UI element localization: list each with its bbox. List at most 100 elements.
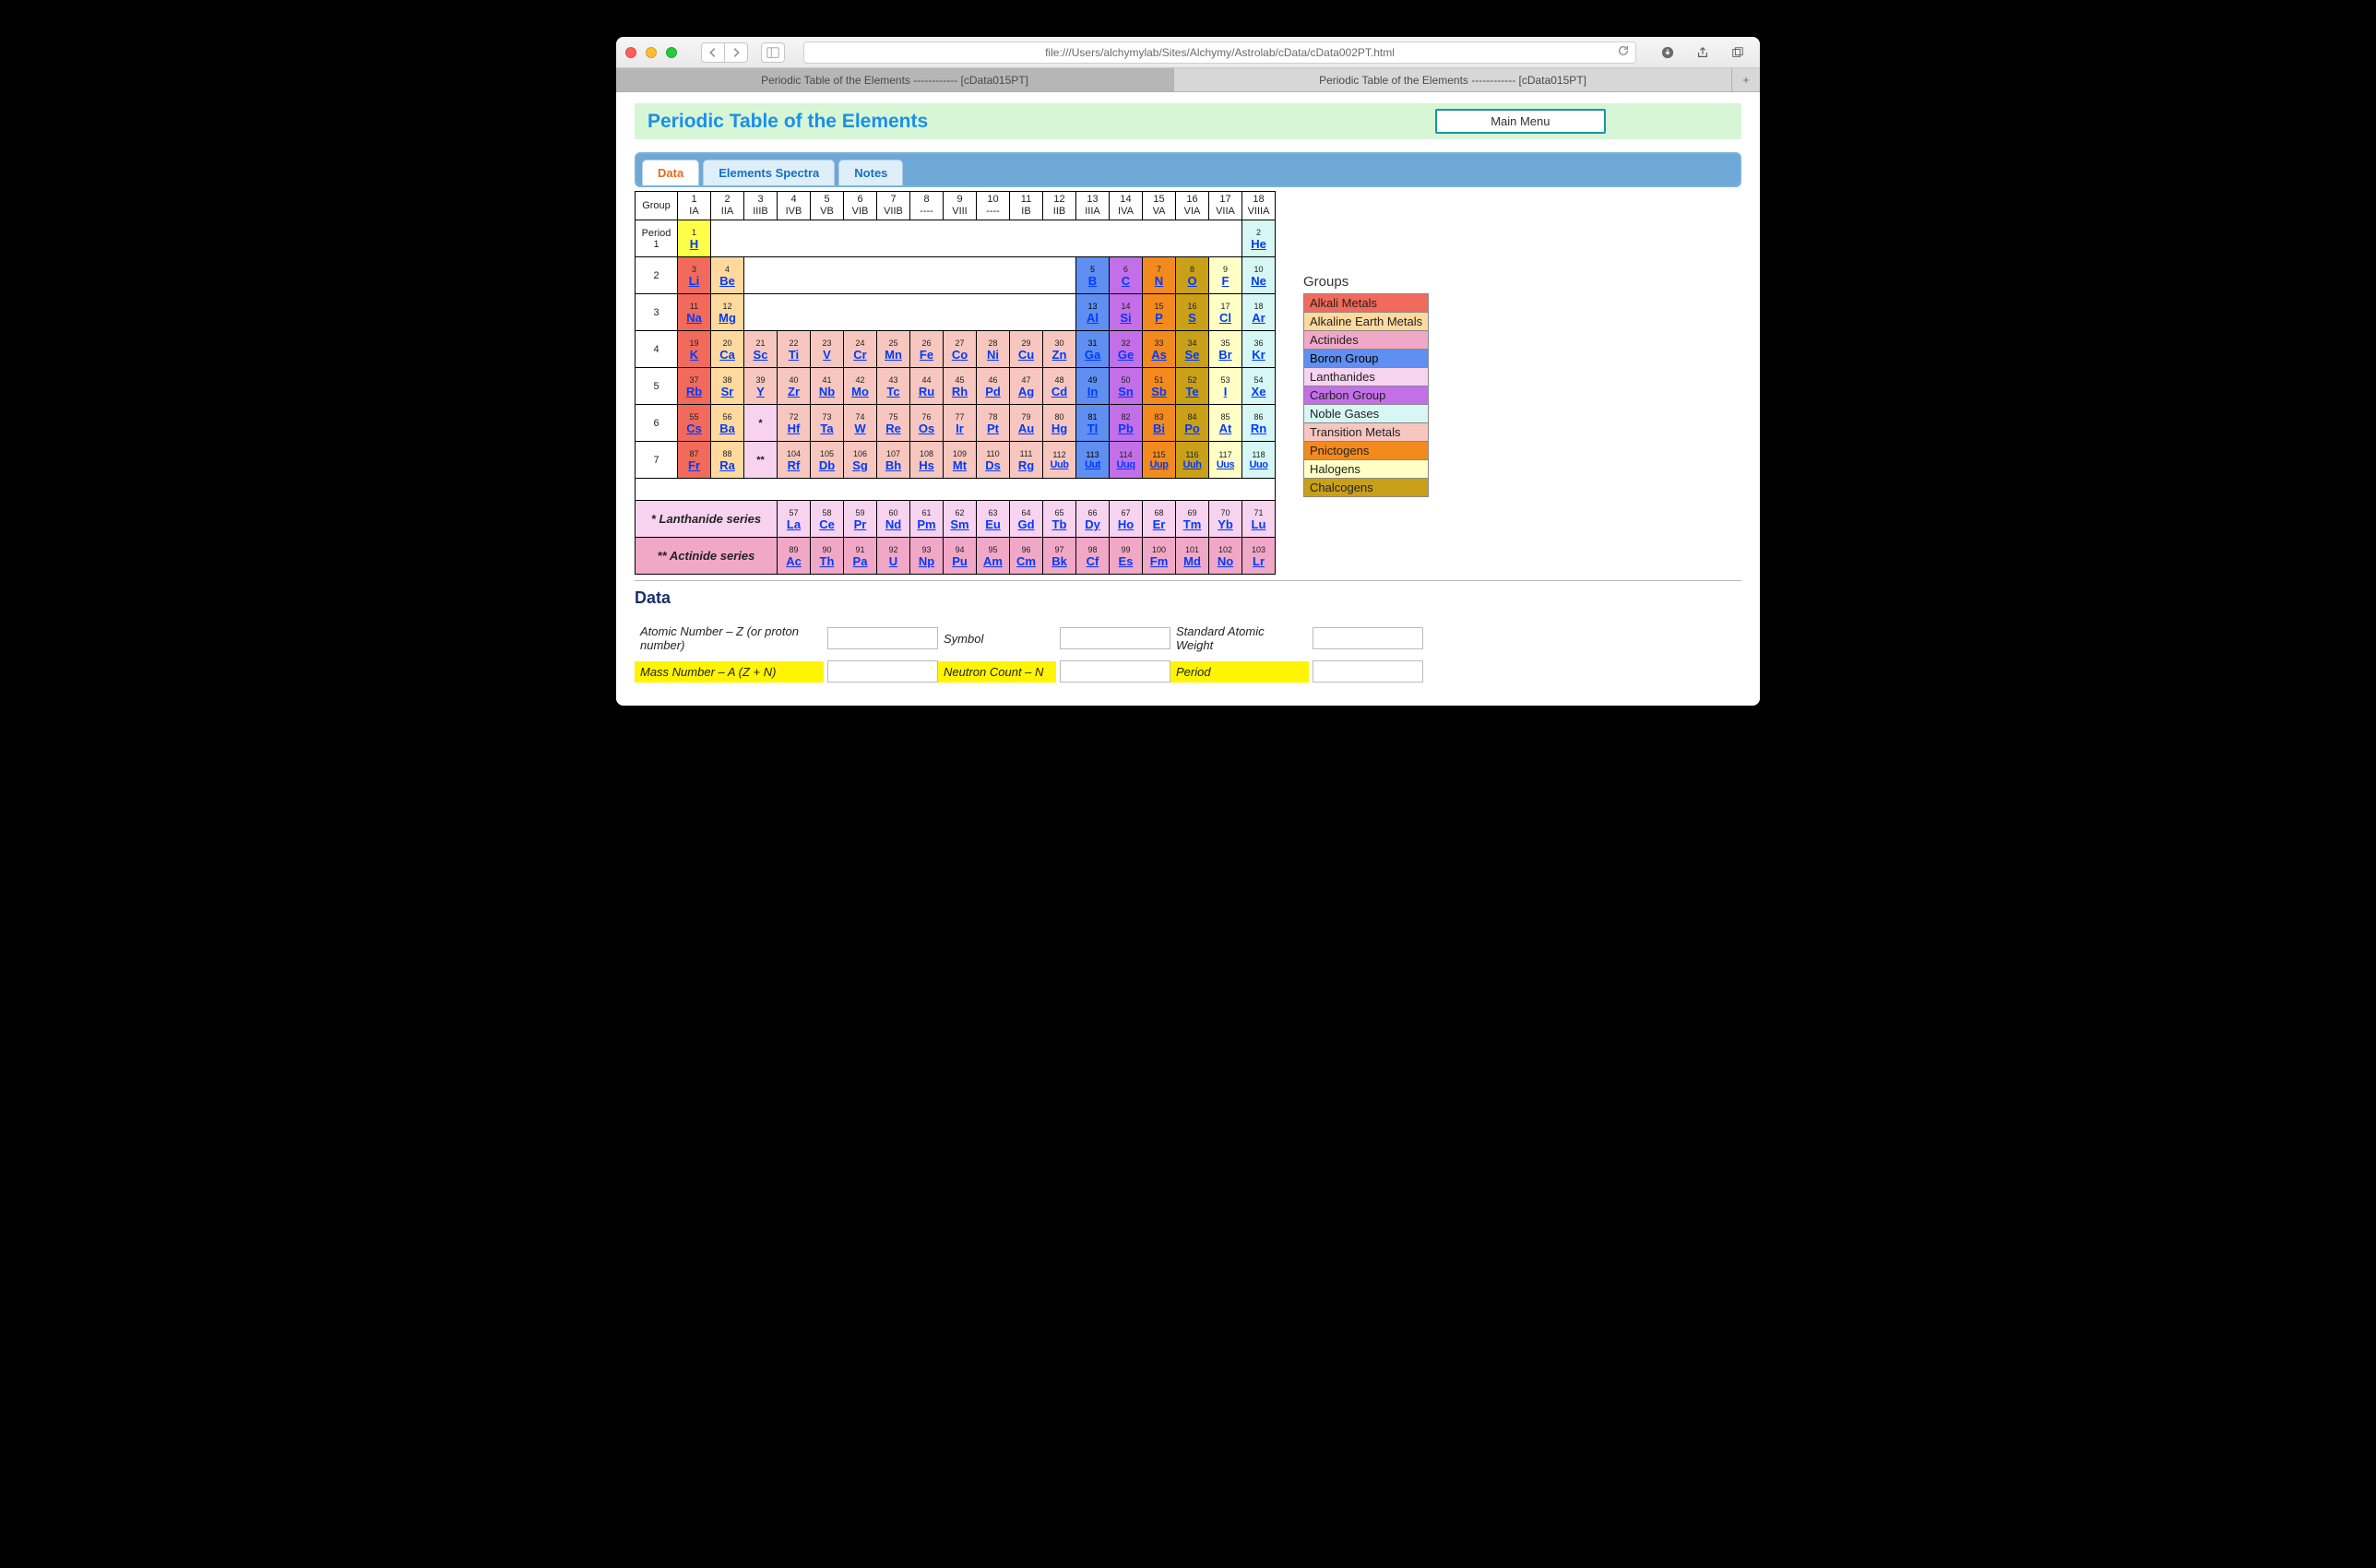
element-Ce[interactable]: 58Ce — [811, 501, 844, 538]
element-Pt[interactable]: 78Pt — [977, 405, 1010, 442]
element-In[interactable]: 49In — [1076, 368, 1110, 405]
element-Mt[interactable]: 109Mt — [944, 442, 977, 479]
element-N[interactable]: 7N — [1143, 257, 1176, 294]
element-Y[interactable]: 39Y — [744, 368, 778, 405]
element-Dy[interactable]: 66Dy — [1076, 501, 1110, 538]
element-Th[interactable]: 90Th — [811, 538, 844, 575]
element-Cu[interactable]: 29Cu — [1010, 331, 1043, 368]
element-Ca[interactable]: 20Ca — [711, 331, 744, 368]
element-Ir[interactable]: 77Ir — [944, 405, 977, 442]
field-input[interactable] — [827, 660, 938, 683]
field-input[interactable] — [1313, 627, 1423, 649]
element-Ra[interactable]: 88Ra — [711, 442, 744, 479]
element-Pb[interactable]: 82Pb — [1110, 405, 1143, 442]
element-Si[interactable]: 14Si — [1110, 294, 1143, 331]
element-Ar[interactable]: 18Ar — [1242, 294, 1276, 331]
element-W[interactable]: 74W — [844, 405, 877, 442]
element-Ti[interactable]: 22Ti — [778, 331, 811, 368]
element-Rh[interactable]: 45Rh — [944, 368, 977, 405]
element-Te[interactable]: 52Te — [1176, 368, 1209, 405]
element-O[interactable]: 8O — [1176, 257, 1209, 294]
show-all-tabs-button[interactable] — [1725, 42, 1751, 63]
element-Cd[interactable]: 48Cd — [1043, 368, 1076, 405]
element-Uuh[interactable]: 116Uuh — [1176, 442, 1209, 479]
element-U[interactable]: 92U — [877, 538, 910, 575]
element-Nd[interactable]: 60Nd — [877, 501, 910, 538]
element-Er[interactable]: 68Er — [1143, 501, 1176, 538]
browser-tab-0[interactable]: Periodic Table of the Elements ---------… — [616, 68, 1174, 91]
element-Fe[interactable]: 26Fe — [910, 331, 944, 368]
element-Sb[interactable]: 51Sb — [1143, 368, 1176, 405]
back-button[interactable] — [701, 42, 725, 63]
element-Rn[interactable]: 86Rn — [1242, 405, 1276, 442]
close-window-button[interactable] — [625, 47, 636, 58]
forward-button[interactable] — [724, 42, 748, 63]
element-Xe[interactable]: 54Xe — [1242, 368, 1276, 405]
element-Ta[interactable]: 73Ta — [811, 405, 844, 442]
element-Ho[interactable]: 67Ho — [1110, 501, 1143, 538]
field-input[interactable] — [1060, 627, 1170, 649]
address-bar[interactable]: file:///Users/alchymylab/Sites/Alchymy/A… — [803, 42, 1636, 64]
element-Uus[interactable]: 117Uus — [1209, 442, 1242, 479]
element-Eu[interactable]: 63Eu — [977, 501, 1010, 538]
element-Rf[interactable]: 104Rf — [778, 442, 811, 479]
element-I[interactable]: 53I — [1209, 368, 1242, 405]
element-Co[interactable]: 27Co — [944, 331, 977, 368]
element-Fm[interactable]: 100Fm — [1143, 538, 1176, 575]
element-Uut[interactable]: 113Uut — [1076, 442, 1110, 479]
element-Hs[interactable]: 108Hs — [910, 442, 944, 479]
element-Uuq[interactable]: 114Uuq — [1110, 442, 1143, 479]
element-Ni[interactable]: 28Ni — [977, 331, 1010, 368]
element-Bi[interactable]: 83Bi — [1143, 405, 1176, 442]
element-Se[interactable]: 34Se — [1176, 331, 1209, 368]
element-Fr[interactable]: 87Fr — [678, 442, 711, 479]
element-Na[interactable]: 11Na — [678, 294, 711, 331]
field-input[interactable] — [1060, 660, 1170, 683]
element-Sc[interactable]: 21Sc — [744, 331, 778, 368]
element-Ag[interactable]: 47Ag — [1010, 368, 1043, 405]
element-At[interactable]: 85At — [1209, 405, 1242, 442]
element-Ge[interactable]: 32Ge — [1110, 331, 1143, 368]
element-P[interactable]: 15P — [1143, 294, 1176, 331]
element-No[interactable]: 102No — [1209, 538, 1242, 575]
sidebar-toggle-button[interactable] — [761, 42, 785, 63]
element-Zn[interactable]: 30Zn — [1043, 331, 1076, 368]
main-menu-button[interactable]: Main Menu — [1435, 109, 1605, 134]
element-Ne[interactable]: 10Ne — [1242, 257, 1276, 294]
element-Uup[interactable]: 115Uup — [1143, 442, 1176, 479]
element-B[interactable]: 5B — [1076, 257, 1110, 294]
field-input[interactable] — [827, 627, 938, 649]
element-Nb[interactable]: 41Nb — [811, 368, 844, 405]
element-Hf[interactable]: 72Hf — [778, 405, 811, 442]
element-F[interactable]: 9F — [1209, 257, 1242, 294]
element-Li[interactable]: 3Li — [678, 257, 711, 294]
element-C[interactable]: 6C — [1110, 257, 1143, 294]
element-Hg[interactable]: 80Hg — [1043, 405, 1076, 442]
element-Br[interactable]: 35Br — [1209, 331, 1242, 368]
element-Pu[interactable]: 94Pu — [944, 538, 977, 575]
new-tab-button[interactable]: + — [1732, 68, 1760, 91]
element-Rb[interactable]: 37Rb — [678, 368, 711, 405]
element-Po[interactable]: 84Po — [1176, 405, 1209, 442]
element-Sm[interactable]: 62Sm — [944, 501, 977, 538]
element-Cs[interactable]: 55Cs — [678, 405, 711, 442]
element-Re[interactable]: 75Re — [877, 405, 910, 442]
element-Pd[interactable]: 46Pd — [977, 368, 1010, 405]
browser-tab-1[interactable]: Periodic Table of the Elements ---------… — [1174, 68, 1732, 91]
element-Cr[interactable]: 24Cr — [844, 331, 877, 368]
element-Bk[interactable]: 97Bk — [1043, 538, 1076, 575]
element-Lr[interactable]: 103Lr — [1242, 538, 1276, 575]
minimize-window-button[interactable] — [646, 47, 657, 58]
element-Ru[interactable]: 44Ru — [910, 368, 944, 405]
element-Am[interactable]: 95Am — [977, 538, 1010, 575]
field-input[interactable] — [1313, 660, 1423, 683]
element-Pa[interactable]: 91Pa — [844, 538, 877, 575]
element-Tb[interactable]: 65Tb — [1043, 501, 1076, 538]
element-Os[interactable]: 76Os — [910, 405, 944, 442]
element-Rg[interactable]: 111Rg — [1010, 442, 1043, 479]
element-Md[interactable]: 101Md — [1176, 538, 1209, 575]
page-tab-data[interactable]: Data — [642, 160, 699, 185]
element-S[interactable]: 16S — [1176, 294, 1209, 331]
element-V[interactable]: 23V — [811, 331, 844, 368]
element-Be[interactable]: 4Be — [711, 257, 744, 294]
